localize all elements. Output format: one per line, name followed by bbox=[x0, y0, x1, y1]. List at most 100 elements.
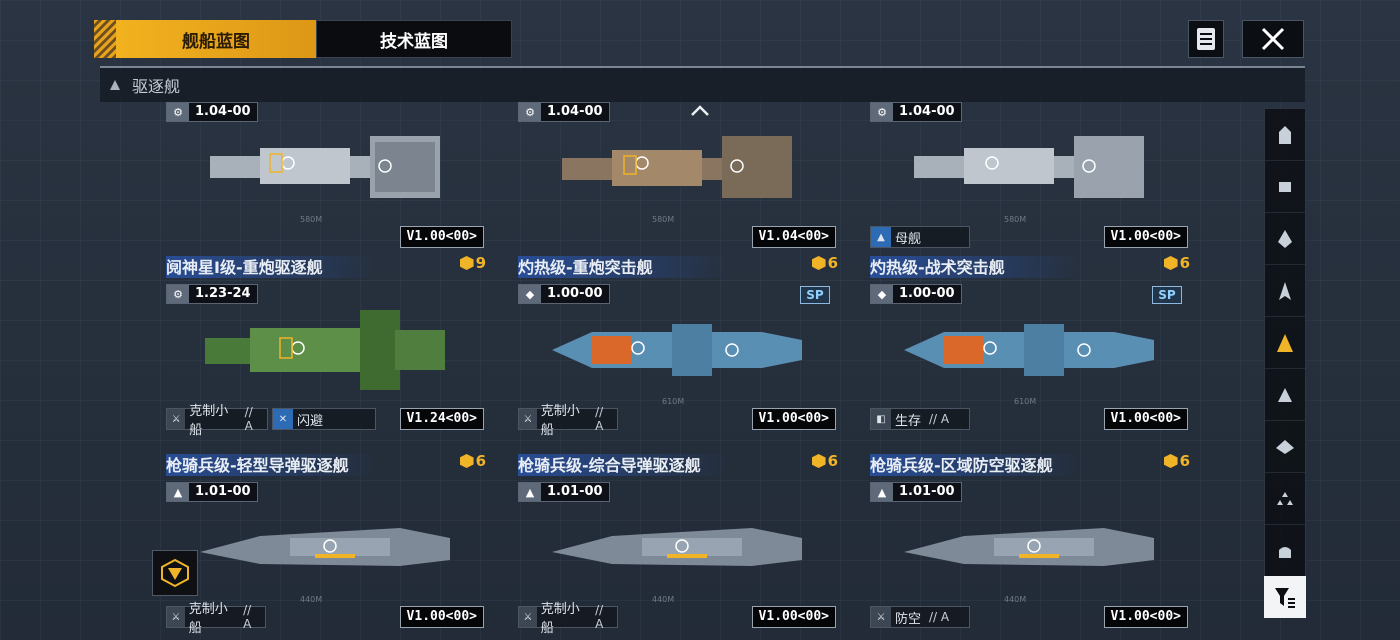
version-box: V1.00<00> bbox=[751, 606, 836, 628]
cost-value: 6 bbox=[1179, 254, 1190, 272]
role-tag-label: 克制小船 bbox=[189, 404, 229, 438]
document-button[interactable] bbox=[1188, 20, 1224, 58]
battleship-icon bbox=[1279, 125, 1291, 144]
cost-badge: 9 bbox=[459, 254, 486, 272]
sidebar-item-auxiliary[interactable] bbox=[1265, 525, 1305, 577]
version-main: 1.01 bbox=[195, 484, 228, 499]
role-tag: ◧ 生存 // A bbox=[870, 408, 970, 430]
version-box: V1.24<00> bbox=[399, 408, 484, 430]
destroyer-class-icon bbox=[110, 80, 120, 90]
role-tag-label: 防空 bbox=[895, 611, 922, 627]
tab-ship-blueprint[interactable]: 舰船蓝图 bbox=[116, 20, 316, 58]
cost-badge: 6 bbox=[811, 254, 838, 272]
ship-length: 610M bbox=[1014, 397, 1037, 406]
version-box: V1.00<00> bbox=[1103, 606, 1188, 628]
frigate-icon bbox=[1279, 281, 1291, 300]
ship-name: 灼热级-重炮突击舰 bbox=[518, 258, 653, 277]
sidebar-item-corvette[interactable] bbox=[1265, 369, 1305, 421]
blueprint-card[interactable]: 灼热级-战术突击舰 6 ◆ 1.00-00 SP 610M ◧ 生存 // A … bbox=[864, 250, 1194, 436]
sidebar-item-cruiser[interactable] bbox=[1265, 213, 1305, 265]
role-tag-label: 闪避 bbox=[297, 413, 324, 429]
cost-badge: 6 bbox=[1163, 452, 1190, 470]
ship-name: 枪骑兵级-综合导弹驱逐舰 bbox=[518, 456, 701, 475]
cost-value: 6 bbox=[827, 452, 838, 470]
ship-length: 610M bbox=[662, 397, 685, 406]
ship-image bbox=[200, 528, 450, 566]
role-grade: // A bbox=[595, 405, 604, 433]
tab-accent-stripes bbox=[94, 20, 116, 58]
blueprint-card[interactable]: 枪骑兵级-轻型导弹驱逐舰 6 ▲ 1.01-00 440M ⚔ 克制小船 // … bbox=[160, 448, 490, 636]
cost-value: 6 bbox=[827, 254, 838, 272]
ship-length: 440M bbox=[300, 595, 323, 604]
version-icon: ⚙ bbox=[167, 285, 189, 303]
blueprint-card[interactable]: ⚙ 1.04-00 580M ▲ 母舰 V1.00<00> bbox=[864, 102, 1194, 254]
ship-length: 580M bbox=[1004, 215, 1027, 224]
close-button[interactable] bbox=[1242, 20, 1304, 58]
version-sub: 00 bbox=[584, 104, 603, 119]
cost-icon bbox=[459, 454, 474, 468]
cost-value: 6 bbox=[1179, 452, 1190, 470]
top-tab-bar: 舰船蓝图 技术蓝图 bbox=[94, 20, 1304, 58]
sidebar-item-squadron[interactable] bbox=[1265, 473, 1305, 525]
version-box: V1.00<00> bbox=[1103, 408, 1188, 430]
role-grade: // A bbox=[929, 610, 950, 624]
version-sub: 24 bbox=[232, 286, 251, 301]
sidebar-item-fighter[interactable] bbox=[1265, 421, 1305, 473]
blueprint-card[interactable]: 枪骑兵级-区域防空驱逐舰 6 ▲ 1.01-00 440M ⚔ 防空 // A … bbox=[864, 448, 1194, 634]
cruiser-icon bbox=[1278, 229, 1292, 248]
category-label: 驱逐舰 bbox=[132, 77, 181, 96]
blueprint-card[interactable]: ⚙ 1.04-00 580M V1.04<00> bbox=[512, 102, 842, 254]
version-chip: ⚙ 1.23-24 bbox=[166, 284, 258, 304]
sidebar-item-battleship[interactable] bbox=[1265, 109, 1305, 161]
sidebar-item-frigate[interactable] bbox=[1265, 265, 1305, 317]
tab-tech-blueprint[interactable]: 技术蓝图 bbox=[316, 20, 512, 58]
version-chip: ▲ 1.01-00 bbox=[166, 482, 258, 502]
ship-class-sidebar bbox=[1264, 108, 1306, 618]
version-main: 1.04 bbox=[899, 104, 932, 119]
version-icon: ⚙ bbox=[871, 103, 893, 121]
ship-image bbox=[904, 324, 1154, 376]
version-chip: ▲ 1.01-00 bbox=[518, 482, 610, 502]
role-tag: ✕ 闪避 bbox=[272, 408, 376, 430]
sp-badge: SP bbox=[1152, 286, 1182, 304]
role-tag: ▲ 母舰 bbox=[870, 226, 970, 248]
version-main: 1.00 bbox=[547, 286, 580, 301]
blueprint-card[interactable]: 枪骑兵级-综合导弹驱逐舰 6 ▲ 1.01-00 440M ⚔ 克制小船 // … bbox=[512, 448, 842, 636]
version-box: V1.00<00> bbox=[1103, 226, 1188, 248]
ship-image bbox=[552, 528, 802, 566]
document-icon bbox=[1197, 28, 1215, 50]
blueprint-card[interactable]: ⚙ 1.04-00 580M V1.00<00> bbox=[160, 102, 490, 254]
ship-image bbox=[205, 310, 445, 390]
role-tag-label: 母舰 bbox=[895, 231, 922, 247]
anti-air-icon: ⚔ bbox=[871, 607, 891, 627]
ship-image bbox=[562, 136, 792, 198]
version-box: V1.00<00> bbox=[399, 606, 484, 628]
destroyer-icon bbox=[1277, 333, 1293, 352]
blueprint-card[interactable]: 灼热级-重炮突击舰 6 ◆ 1.00-00 SP 610M ⚔ 克制小船 // … bbox=[512, 250, 842, 438]
fighter-icon bbox=[1276, 439, 1294, 454]
version-sub: 00 bbox=[936, 286, 955, 301]
role-grade: // A bbox=[244, 405, 253, 433]
cost-icon bbox=[811, 454, 826, 468]
cost-badge: 6 bbox=[811, 452, 838, 470]
sp-badge: SP bbox=[800, 286, 830, 304]
ship-length: 580M bbox=[652, 215, 675, 224]
version-chip: ⚙ 1.04-00 bbox=[166, 102, 258, 122]
sidebar-item-destroyer[interactable] bbox=[1265, 317, 1305, 369]
blueprint-grid: ⚙ 1.04-00 580M V1.00<00> ⚙ 1.04-00 580M … bbox=[160, 102, 1250, 640]
blueprint-card[interactable]: 阋神星I级-重炮驱逐舰 9 ⚙ 1.23-24 ⚔ 克制小船 // A ✕ 闪避… bbox=[160, 250, 490, 438]
category-bar: 驱逐舰 bbox=[100, 66, 1305, 102]
version-main: 1.01 bbox=[899, 484, 932, 499]
sidebar-item-carrier[interactable] bbox=[1265, 161, 1305, 213]
version-sub: 00 bbox=[936, 484, 955, 499]
version-main: 1.00 bbox=[899, 286, 932, 301]
close-icon bbox=[1261, 27, 1285, 51]
shield-icon: ◆ bbox=[871, 285, 893, 303]
floating-menu-button[interactable] bbox=[152, 550, 198, 596]
role-tag: ⚔ 克制小船 // A bbox=[166, 602, 266, 636]
version-box: V1.00<00> bbox=[399, 226, 484, 248]
role-grade: // A bbox=[595, 603, 604, 631]
version-chip: ◆ 1.00-00 bbox=[870, 284, 962, 304]
version-icon: ⚙ bbox=[167, 103, 189, 121]
filter-button[interactable] bbox=[1264, 576, 1306, 618]
